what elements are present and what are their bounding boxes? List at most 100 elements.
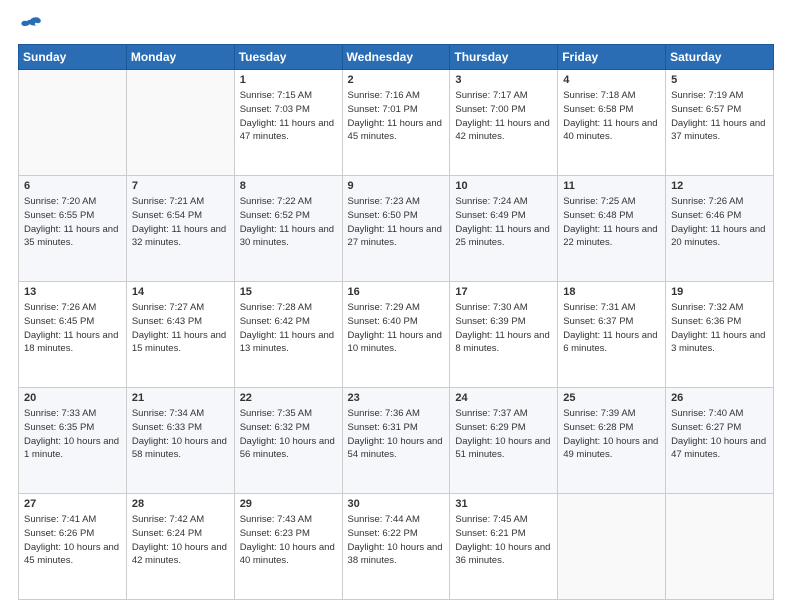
calendar-week-row: 20Sunrise: 7:33 AMSunset: 6:35 PMDayligh… xyxy=(19,388,774,494)
calendar-cell: 7 Sunrise: 7:21 AMSunset: 6:54 PMDaylight… xyxy=(126,176,234,282)
calendar-cell: 2 Sunrise: 7:16 AMSunset: 7:01 PMDaylight… xyxy=(342,70,450,176)
logo xyxy=(18,16,44,34)
calendar-cell: 22 Sunrise: 7:35 AMSunset: 6:32 PMDayligh… xyxy=(234,388,342,494)
calendar-cell: 9 Sunrise: 7:23 AMSunset: 6:50 PMDaylight… xyxy=(342,176,450,282)
day-number: 9 xyxy=(348,180,445,192)
calendar-cell: 10 Sunrise: 7:24 AMSunset: 6:49 PMDayligh… xyxy=(450,176,558,282)
calendar-cell: 19 Sunrise: 7:32 AMSunset: 6:36 PMDayligh… xyxy=(666,282,774,388)
calendar-cell: 5 Sunrise: 7:19 AMSunset: 6:57 PMDaylight… xyxy=(666,70,774,176)
day-number: 21 xyxy=(132,392,229,404)
calendar-cell: 12 Sunrise: 7:26 AMSunset: 6:46 PMDayligh… xyxy=(666,176,774,282)
calendar-week-row: 6Sunrise: 7:20 AMSunset: 6:55 PMDaylight… xyxy=(19,176,774,282)
calendar-cell: 25 Sunrise: 7:39 AMSunset: 6:28 PMDayligh… xyxy=(558,388,666,494)
calendar-cell: 16 Sunrise: 7:29 AMSunset: 6:40 PMDayligh… xyxy=(342,282,450,388)
day-info: Sunrise: 7:45 AMSunset: 6:21 PMDaylight:… xyxy=(455,513,552,568)
day-number: 15 xyxy=(240,286,337,298)
calendar-cell xyxy=(126,70,234,176)
day-info: Sunrise: 7:22 AMSunset: 6:52 PMDaylight:… xyxy=(240,195,337,250)
calendar-cell: 4 Sunrise: 7:18 AMSunset: 6:58 PMDaylight… xyxy=(558,70,666,176)
day-number: 25 xyxy=(563,392,660,404)
day-number: 4 xyxy=(563,74,660,86)
day-number: 22 xyxy=(240,392,337,404)
day-info: Sunrise: 7:31 AMSunset: 6:37 PMDaylight:… xyxy=(563,301,660,356)
day-number: 14 xyxy=(132,286,229,298)
calendar-cell: 26 Sunrise: 7:40 AMSunset: 6:27 PMDayligh… xyxy=(666,388,774,494)
weekday-header: Friday xyxy=(558,45,666,70)
weekday-header: Wednesday xyxy=(342,45,450,70)
calendar-cell: 18 Sunrise: 7:31 AMSunset: 6:37 PMDayligh… xyxy=(558,282,666,388)
calendar-cell: 27 Sunrise: 7:41 AMSunset: 6:26 PMDayligh… xyxy=(19,494,127,600)
day-info: Sunrise: 7:44 AMSunset: 6:22 PMDaylight:… xyxy=(348,513,445,568)
calendar-cell: 1Sunrise: 7:15 AMSunset: 7:03 PMDaylight… xyxy=(234,70,342,176)
day-number: 12 xyxy=(671,180,768,192)
calendar-cell xyxy=(558,494,666,600)
calendar-cell: 24 Sunrise: 7:37 AMSunset: 6:29 PMDayligh… xyxy=(450,388,558,494)
calendar-week-row: 1Sunrise: 7:15 AMSunset: 7:03 PMDaylight… xyxy=(19,70,774,176)
calendar-cell: 29Sunrise: 7:43 AMSunset: 6:23 PMDayligh… xyxy=(234,494,342,600)
calendar-cell: 8 Sunrise: 7:22 AMSunset: 6:52 PMDaylight… xyxy=(234,176,342,282)
day-info: Sunrise: 7:16 AMSunset: 7:01 PMDaylight:… xyxy=(348,89,445,144)
calendar-cell: 30 Sunrise: 7:44 AMSunset: 6:22 PMDayligh… xyxy=(342,494,450,600)
day-number: 10 xyxy=(455,180,552,192)
day-info: Sunrise: 7:29 AMSunset: 6:40 PMDaylight:… xyxy=(348,301,445,356)
day-info: Sunrise: 7:42 AMSunset: 6:24 PMDaylight:… xyxy=(132,513,229,568)
calendar-cell xyxy=(19,70,127,176)
day-number: 16 xyxy=(348,286,445,298)
calendar-cell: 20Sunrise: 7:33 AMSunset: 6:35 PMDayligh… xyxy=(19,388,127,494)
weekday-header: Tuesday xyxy=(234,45,342,70)
day-number: 18 xyxy=(563,286,660,298)
logo-bird-icon xyxy=(20,16,42,34)
calendar-cell: 14 Sunrise: 7:27 AMSunset: 6:43 PMDayligh… xyxy=(126,282,234,388)
calendar-week-row: 13 Sunrise: 7:26 AMSunset: 6:45 PMDayligh… xyxy=(19,282,774,388)
day-info: Sunrise: 7:19 AMSunset: 6:57 PMDaylight:… xyxy=(671,89,768,144)
header xyxy=(18,16,774,34)
day-info: Sunrise: 7:24 AMSunset: 6:49 PMDaylight:… xyxy=(455,195,552,250)
calendar-cell: 15 Sunrise: 7:28 AMSunset: 6:42 PMDayligh… xyxy=(234,282,342,388)
calendar-cell xyxy=(666,494,774,600)
day-number: 8 xyxy=(240,180,337,192)
day-number: 31 xyxy=(455,498,552,510)
day-number: 26 xyxy=(671,392,768,404)
day-info: Sunrise: 7:34 AMSunset: 6:33 PMDaylight:… xyxy=(132,407,229,462)
day-number: 27 xyxy=(24,498,121,510)
day-info: Sunrise: 7:36 AMSunset: 6:31 PMDaylight:… xyxy=(348,407,445,462)
calendar-table: SundayMondayTuesdayWednesdayThursdayFrid… xyxy=(18,44,774,600)
day-info: Sunrise: 7:26 AMSunset: 6:45 PMDaylight:… xyxy=(24,301,121,356)
calendar-cell: 6Sunrise: 7:20 AMSunset: 6:55 PMDaylight… xyxy=(19,176,127,282)
day-info: Sunrise: 7:18 AMSunset: 6:58 PMDaylight:… xyxy=(563,89,660,144)
day-info: Sunrise: 7:23 AMSunset: 6:50 PMDaylight:… xyxy=(348,195,445,250)
day-info: Sunrise: 7:35 AMSunset: 6:32 PMDaylight:… xyxy=(240,407,337,462)
day-number: 17 xyxy=(455,286,552,298)
day-info: Sunrise: 7:37 AMSunset: 6:29 PMDaylight:… xyxy=(455,407,552,462)
weekday-header: Monday xyxy=(126,45,234,70)
calendar-cell: 31 Sunrise: 7:45 AMSunset: 6:21 PMDayligh… xyxy=(450,494,558,600)
calendar-week-row: 27 Sunrise: 7:41 AMSunset: 6:26 PMDayligh… xyxy=(19,494,774,600)
day-info: Sunrise: 7:20 AMSunset: 6:55 PMDaylight:… xyxy=(24,195,121,250)
day-info: Sunrise: 7:17 AMSunset: 7:00 PMDaylight:… xyxy=(455,89,552,144)
day-number: 30 xyxy=(348,498,445,510)
day-info: Sunrise: 7:41 AMSunset: 6:26 PMDaylight:… xyxy=(24,513,121,568)
day-info: Sunrise: 7:30 AMSunset: 6:39 PMDaylight:… xyxy=(455,301,552,356)
day-number: 29 xyxy=(240,498,337,510)
day-info: Sunrise: 7:32 AMSunset: 6:36 PMDaylight:… xyxy=(671,301,768,356)
day-number: 19 xyxy=(671,286,768,298)
calendar-cell: 13 Sunrise: 7:26 AMSunset: 6:45 PMDayligh… xyxy=(19,282,127,388)
calendar-cell: 23 Sunrise: 7:36 AMSunset: 6:31 PMDayligh… xyxy=(342,388,450,494)
day-number: 7 xyxy=(132,180,229,192)
day-info: Sunrise: 7:33 AMSunset: 6:35 PMDaylight:… xyxy=(24,407,121,462)
calendar-cell: 17 Sunrise: 7:30 AMSunset: 6:39 PMDayligh… xyxy=(450,282,558,388)
day-info: Sunrise: 7:27 AMSunset: 6:43 PMDaylight:… xyxy=(132,301,229,356)
day-info: Sunrise: 7:21 AMSunset: 6:54 PMDaylight:… xyxy=(132,195,229,250)
day-number: 1 xyxy=(240,74,337,86)
day-number: 28 xyxy=(132,498,229,510)
day-info: Sunrise: 7:26 AMSunset: 6:46 PMDaylight:… xyxy=(671,195,768,250)
day-number: 2 xyxy=(348,74,445,86)
day-number: 24 xyxy=(455,392,552,404)
day-number: 5 xyxy=(671,74,768,86)
day-number: 13 xyxy=(24,286,121,298)
day-info: Sunrise: 7:28 AMSunset: 6:42 PMDaylight:… xyxy=(240,301,337,356)
day-info: Sunrise: 7:40 AMSunset: 6:27 PMDaylight:… xyxy=(671,407,768,462)
day-info: Sunrise: 7:39 AMSunset: 6:28 PMDaylight:… xyxy=(563,407,660,462)
day-number: 23 xyxy=(348,392,445,404)
calendar-cell: 21 Sunrise: 7:34 AMSunset: 6:33 PMDayligh… xyxy=(126,388,234,494)
